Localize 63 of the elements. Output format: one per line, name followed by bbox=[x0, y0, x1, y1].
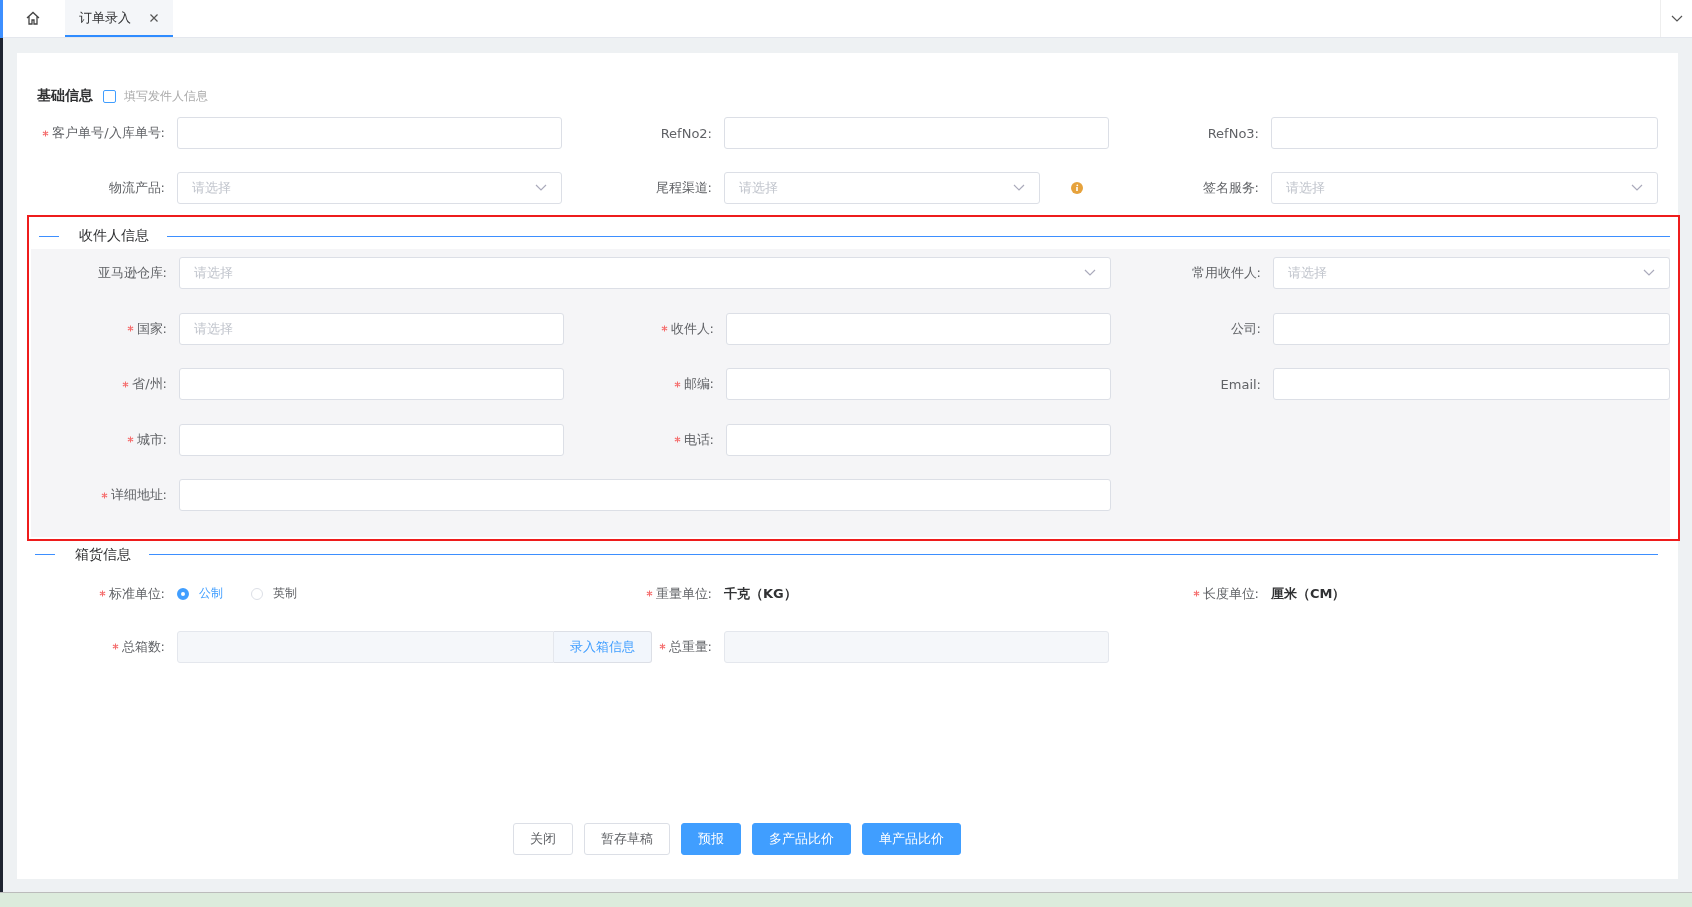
field-label: 标准单位: bbox=[108, 584, 165, 603]
field-label: Email: bbox=[1220, 376, 1261, 392]
text-field[interactable] bbox=[179, 479, 1111, 511]
action-button[interactable]: 关闭 bbox=[512, 823, 573, 855]
field-label: 电话: bbox=[683, 430, 714, 449]
radio-option[interactable]: 公制 bbox=[177, 585, 223, 602]
chevron-down-icon bbox=[1013, 184, 1025, 192]
field-label: 常用收件人: bbox=[1191, 264, 1261, 282]
field-label: 长度单位: bbox=[1202, 584, 1259, 603]
field-label: RefNo3: bbox=[1207, 125, 1259, 141]
text-field[interactable] bbox=[177, 117, 562, 149]
home-icon bbox=[25, 9, 41, 26]
select-field[interactable]: 请选择 bbox=[1271, 172, 1658, 204]
action-button[interactable]: 暂存草稿 bbox=[583, 823, 670, 855]
action-button[interactable]: 单产品比价 bbox=[861, 823, 961, 855]
checkbox-icon[interactable] bbox=[103, 89, 116, 103]
text-field[interactable] bbox=[1273, 368, 1670, 400]
chevron-down-icon bbox=[1084, 269, 1096, 277]
field-label: 收件人: bbox=[670, 319, 714, 338]
text-field[interactable] bbox=[1273, 312, 1670, 345]
section-title: 收件人信息 bbox=[79, 227, 149, 245]
field-label: 邮编: bbox=[683, 375, 714, 393]
text-field[interactable]: 请选择 bbox=[179, 312, 564, 345]
field-label: 客户单号/入库单号: bbox=[52, 124, 165, 142]
select-field[interactable]: 请选择 bbox=[179, 257, 1111, 289]
radio-icon[interactable] bbox=[177, 587, 189, 600]
text-field[interactable] bbox=[724, 117, 1109, 149]
text-field[interactable] bbox=[179, 423, 564, 456]
text-field[interactable] bbox=[1271, 117, 1658, 149]
section-title: 箱货信息 bbox=[75, 545, 131, 564]
field-label: 签名服务: bbox=[1202, 179, 1259, 197]
text-field[interactable] bbox=[726, 312, 1111, 345]
text-field[interactable] bbox=[179, 368, 564, 400]
field-label: RefNo2: bbox=[660, 125, 712, 141]
chevron-down-icon bbox=[1631, 184, 1643, 192]
field-label: 尾程渠道: bbox=[655, 179, 712, 197]
select-field[interactable]: 请选择 bbox=[1273, 257, 1670, 289]
field-label: 国家: bbox=[136, 319, 167, 338]
field-label: 物流产品: bbox=[108, 179, 165, 197]
text-field[interactable] bbox=[726, 423, 1111, 456]
field-label: 总重量: bbox=[668, 637, 712, 656]
field-label: 重量单位: bbox=[655, 584, 712, 603]
select-field[interactable]: 请选择 bbox=[177, 172, 562, 204]
field-label: 亚马逊仓库: bbox=[97, 264, 167, 282]
field-label: 省/州: bbox=[132, 375, 167, 393]
field-label: 城市: bbox=[136, 430, 167, 449]
text-field[interactable] bbox=[726, 368, 1111, 400]
field-value: 厘米（CM） bbox=[1271, 584, 1346, 603]
chevron-down-icon bbox=[1670, 14, 1683, 23]
field-label: 详细地址: bbox=[110, 486, 167, 504]
action-button[interactable]: 预报 bbox=[680, 823, 741, 855]
page-tab[interactable]: 订单录入 bbox=[65, 0, 173, 37]
chevron-down-icon bbox=[1643, 269, 1655, 277]
field-value: 千克（KG） bbox=[724, 584, 797, 603]
field-label: 公司: bbox=[1230, 319, 1261, 338]
action-button[interactable]: 多产品比价 bbox=[751, 823, 851, 855]
section-title: 基础信息 bbox=[37, 87, 93, 105]
checkbox-option[interactable]: 填写发件人信息 bbox=[103, 87, 208, 105]
radio-option[interactable]: 英制 bbox=[251, 585, 297, 602]
field-label: 总箱数: bbox=[121, 637, 165, 656]
chevron-down-icon bbox=[535, 184, 547, 192]
close-icon[interactable] bbox=[149, 12, 159, 23]
select-field[interactable]: 请选择 bbox=[724, 172, 1040, 204]
